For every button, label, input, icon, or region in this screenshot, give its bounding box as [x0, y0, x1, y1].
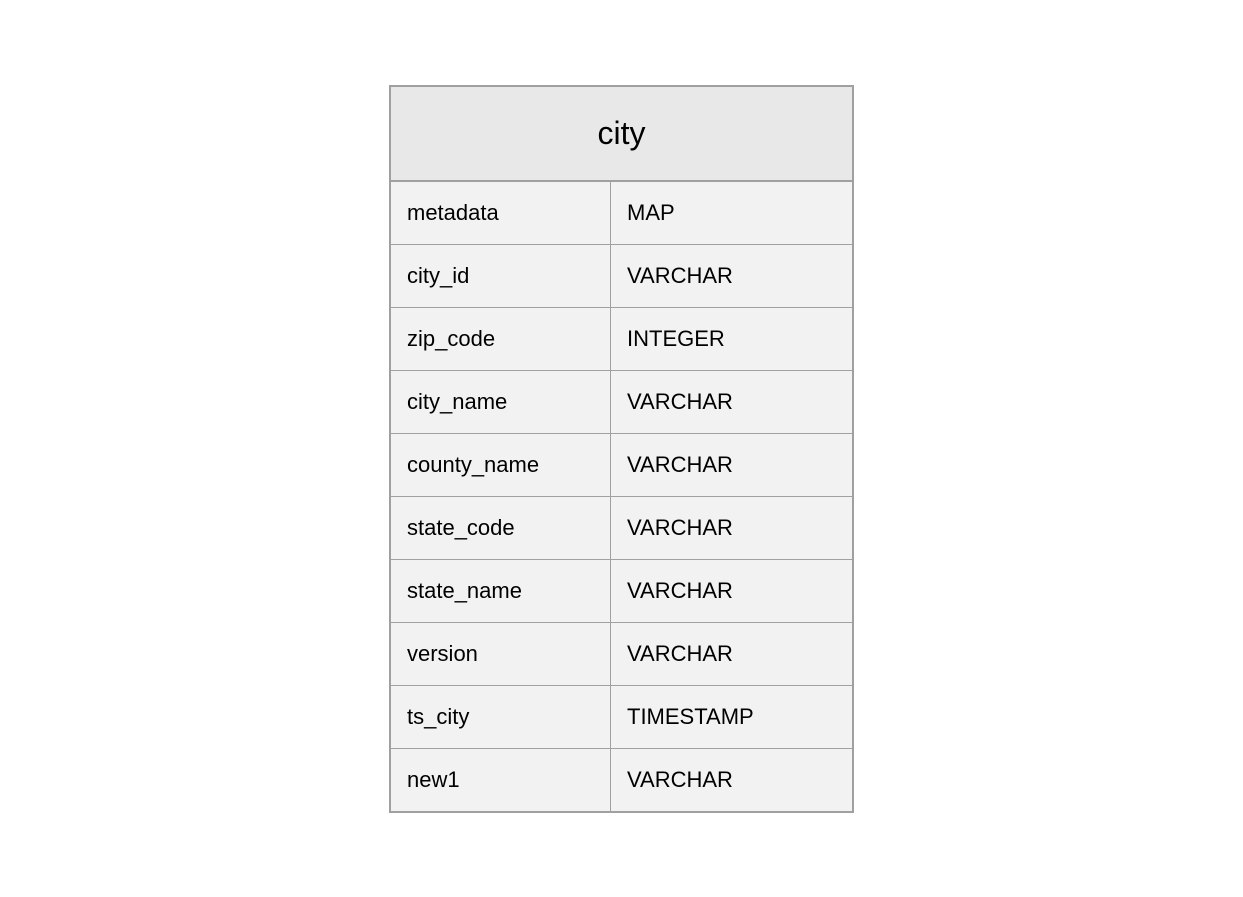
table-row: state_nameVARCHAR: [391, 560, 852, 623]
table-row: city_nameVARCHAR: [391, 371, 852, 434]
column-type: VARCHAR: [611, 434, 852, 496]
table-row: zip_codeINTEGER: [391, 308, 852, 371]
column-type: VARCHAR: [611, 497, 852, 559]
column-name: city_name: [391, 371, 611, 433]
table-row: versionVARCHAR: [391, 623, 852, 686]
column-type: MAP: [611, 182, 852, 244]
schema-table: city metadataMAPcity_idVARCHARzip_codeIN…: [389, 85, 854, 813]
column-type: VARCHAR: [611, 371, 852, 433]
column-name: ts_city: [391, 686, 611, 748]
column-type: INTEGER: [611, 308, 852, 370]
column-name: new1: [391, 749, 611, 811]
table-row: state_codeVARCHAR: [391, 497, 852, 560]
column-type: VARCHAR: [611, 623, 852, 685]
table-row: ts_cityTIMESTAMP: [391, 686, 852, 749]
column-type: TIMESTAMP: [611, 686, 852, 748]
table-row: county_nameVARCHAR: [391, 434, 852, 497]
column-type: VARCHAR: [611, 560, 852, 622]
column-name: zip_code: [391, 308, 611, 370]
column-name: city_id: [391, 245, 611, 307]
column-name: version: [391, 623, 611, 685]
column-name: state_code: [391, 497, 611, 559]
table-row: metadataMAP: [391, 182, 852, 245]
column-name: county_name: [391, 434, 611, 496]
table-title: city: [391, 87, 852, 182]
column-type: VARCHAR: [611, 749, 852, 811]
column-name: metadata: [391, 182, 611, 244]
table-row: new1VARCHAR: [391, 749, 852, 811]
column-name: state_name: [391, 560, 611, 622]
table-row: city_idVARCHAR: [391, 245, 852, 308]
column-type: VARCHAR: [611, 245, 852, 307]
